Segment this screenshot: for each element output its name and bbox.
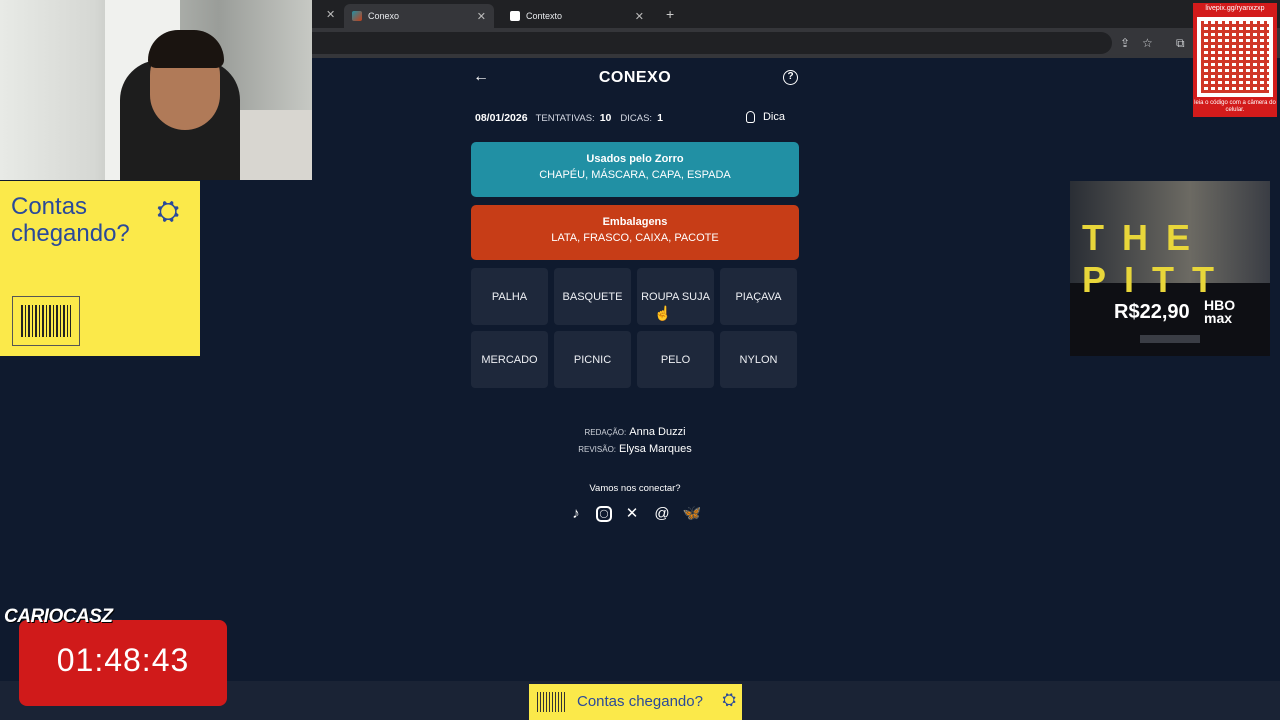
ad-text: Contas chegando? bbox=[577, 693, 703, 710]
conexo-favicon-icon bbox=[352, 11, 362, 21]
donation-qr-panel: livepix.gg/ryanxzxp leia o código com a … bbox=[1193, 3, 1277, 117]
qr-caption: leia o código com a câmera do celular. bbox=[1194, 100, 1276, 113]
word-tile[interactable]: PALHA bbox=[471, 268, 548, 325]
solved-group: Usados pelo Zorro CHAPÉU, MÁSCARA, CAPA,… bbox=[471, 142, 799, 197]
hint-button-label: Dica bbox=[762, 111, 785, 123]
threads-icon[interactable]: @ bbox=[652, 504, 672, 524]
contexto-favicon-icon bbox=[510, 11, 520, 21]
new-tab-icon[interactable]: + bbox=[666, 6, 674, 22]
word-grid: PALHA BASQUETE ROUPA SUJA PIAÇAVA MERCAD… bbox=[471, 268, 799, 388]
group-name: Embalagens bbox=[602, 216, 668, 228]
webcam-feed bbox=[0, 0, 312, 180]
streamer-logo: CARIOCASZ bbox=[4, 606, 113, 627]
editor-name: Anna Duzzi bbox=[629, 426, 686, 438]
help-icon[interactable]: ? bbox=[783, 70, 798, 85]
browser-toolbar: ⇪ ☆ ⧉ bbox=[312, 28, 1280, 58]
ad-title: THE PITT bbox=[1082, 217, 1232, 300]
hints-count: 1 bbox=[657, 112, 663, 124]
x-icon[interactable]: ✕ bbox=[622, 504, 642, 524]
barcode-icon bbox=[537, 692, 567, 712]
tab-conexo[interactable]: Conexo ✕ bbox=[344, 4, 494, 28]
game-stats: 08/01/2026 TENTATIVAS: 10 DICAS: 1 Dica bbox=[471, 94, 799, 142]
install-app-icon[interactable]: ⇪ bbox=[1120, 36, 1130, 50]
word-tile[interactable]: NYLON bbox=[720, 331, 797, 388]
ad-cta-button[interactable] bbox=[1140, 335, 1200, 343]
conexo-game: ← CONEXO ? 08/01/2026 TENTATIVAS: 10 DIC… bbox=[471, 62, 799, 388]
hint-button[interactable]: Dica bbox=[745, 111, 785, 123]
word-tile[interactable]: ROUPA SUJA bbox=[637, 268, 714, 325]
qr-code-icon bbox=[1197, 17, 1273, 97]
instagram-icon[interactable]: ◯ bbox=[596, 506, 612, 522]
bank-logo-icon: ⛭ bbox=[157, 195, 180, 226]
browser-tab-bar: Conexo ✕ Contexto ✕ bbox=[312, 0, 1280, 28]
barcode-icon bbox=[12, 296, 80, 346]
ad-price: R$22,90 bbox=[1114, 301, 1190, 323]
bookmark-star-icon[interactable]: ☆ bbox=[1142, 36, 1153, 50]
attempts-count: 10 bbox=[599, 112, 612, 124]
group-name: Usados pelo Zorro bbox=[586, 153, 684, 165]
word-tile[interactable]: PIAÇAVA bbox=[720, 268, 797, 325]
game-date: 08/01/2026 bbox=[475, 112, 528, 124]
tab-label: Conexo bbox=[368, 11, 400, 21]
reviewer-label: REVISÃO: bbox=[578, 445, 617, 454]
connect-heading: Vamos nos conectar? bbox=[589, 483, 681, 494]
mouse-cursor-icon: ☝ bbox=[654, 305, 672, 321]
banner-ad-left[interactable]: Contas chegando? ⛭ bbox=[0, 181, 200, 356]
tab-contexto[interactable]: Contexto ✕ bbox=[502, 4, 652, 28]
tiktok-icon[interactable]: ♪ bbox=[566, 504, 586, 524]
tab-label: Contexto bbox=[526, 11, 563, 21]
credits: REDAÇÃO: Anna Duzzi REVISÃO: Elysa Marques bbox=[471, 424, 799, 458]
word-tile[interactable]: MERCADO bbox=[471, 331, 548, 388]
banner-ad-right[interactable]: THE PITT R$22,90 HBO max bbox=[1070, 181, 1270, 356]
lightbulb-icon bbox=[745, 111, 755, 123]
ad-brand: HBO max bbox=[1204, 297, 1236, 326]
hints-label: DICAS: bbox=[620, 113, 653, 124]
word-tile[interactable]: PELO bbox=[637, 331, 714, 388]
close-tab-icon[interactable]: ✕ bbox=[326, 8, 335, 21]
solved-group: Embalagens LATA, FRASCO, CAIXA, PACOTE bbox=[471, 205, 799, 260]
timer-value: 01:48:43 bbox=[56, 642, 190, 678]
bank-logo-icon: ⛭ bbox=[722, 690, 736, 709]
stream-timer: 01:48:43 bbox=[19, 620, 227, 706]
editor-label: REDAÇÃO: bbox=[584, 428, 627, 437]
ad-text: Contas chegando? bbox=[11, 193, 130, 247]
extensions-icon[interactable]: ⧉ bbox=[1176, 36, 1185, 51]
reviewer-name: Elysa Marques bbox=[619, 443, 692, 455]
page-title: CONEXO bbox=[598, 69, 672, 86]
close-tab-icon[interactable]: ✕ bbox=[635, 10, 644, 23]
group-words: CHAPÉU, MÁSCARA, CAPA, ESPADA bbox=[539, 169, 731, 181]
word-tile[interactable]: PICNIC bbox=[554, 331, 631, 388]
banner-ad-bottom[interactable]: Contas chegando? ⛭ bbox=[529, 684, 742, 720]
group-words: LATA, FRASCO, CAIXA, PACOTE bbox=[551, 232, 719, 244]
address-bar[interactable] bbox=[312, 32, 1112, 54]
attempts-label: TENTATIVAS: bbox=[535, 113, 595, 124]
social-links: ♪ ◯ ✕ @ 🦋 bbox=[566, 504, 702, 524]
qr-url: livepix.gg/ryanxzxp bbox=[1205, 5, 1265, 12]
bluesky-icon[interactable]: 🦋 bbox=[682, 504, 702, 524]
word-tile[interactable]: BASQUETE bbox=[554, 268, 631, 325]
game-header: ← CONEXO ? bbox=[471, 62, 799, 94]
close-tab-icon[interactable]: ✕ bbox=[477, 10, 486, 23]
